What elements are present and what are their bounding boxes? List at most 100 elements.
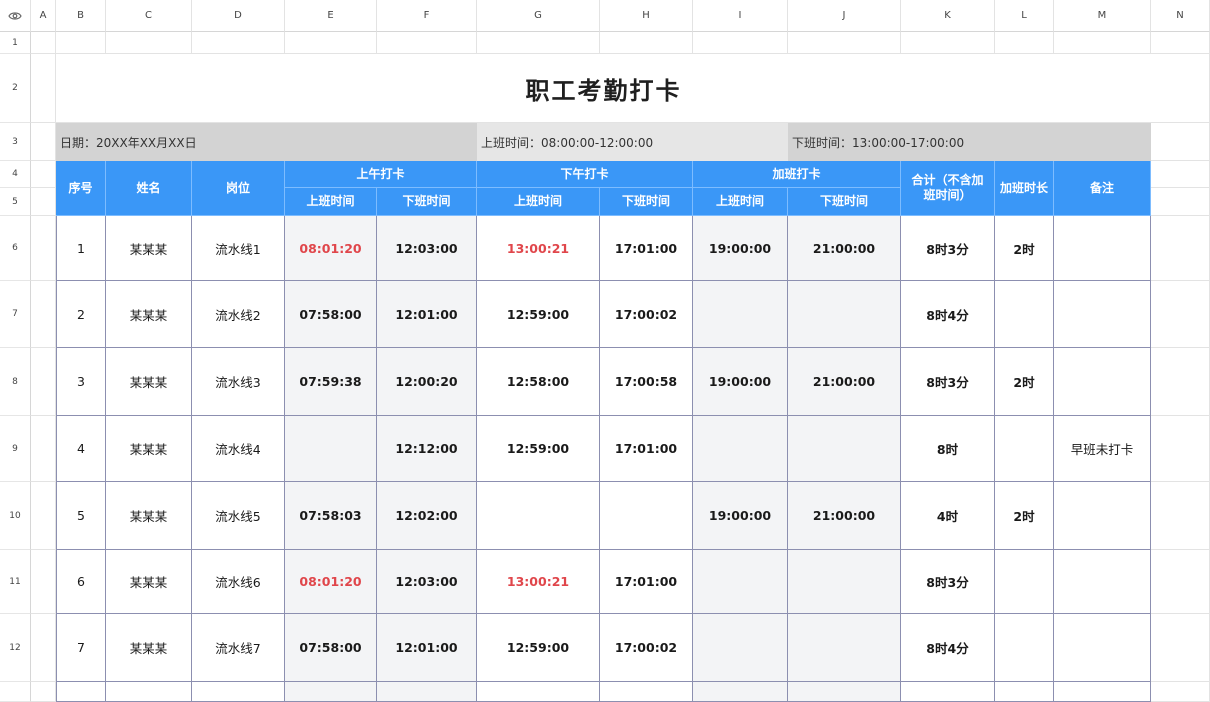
grid-cell[interactable] xyxy=(901,32,995,54)
record-cell-pm-out[interactable]: 17:01:00 xyxy=(600,550,693,614)
row-header-5[interactable]: 5 xyxy=(0,188,31,216)
row-header-9[interactable]: 9 xyxy=(0,416,31,482)
empty-cell[interactable] xyxy=(901,682,995,702)
record-cell-post[interactable]: 流水线1 xyxy=(192,216,285,281)
grid-cell[interactable] xyxy=(31,123,56,161)
column-header-n[interactable]: N xyxy=(1151,0,1210,32)
empty-cell[interactable] xyxy=(56,682,106,702)
record-cell-name[interactable]: 某某某 xyxy=(106,348,192,416)
record-cell-ot-out[interactable]: 21:00:00 xyxy=(788,348,901,416)
record-cell-ot[interactable] xyxy=(995,614,1054,682)
record-cell-remark[interactable] xyxy=(1054,614,1151,682)
column-header-a[interactable]: A xyxy=(31,0,56,32)
column-header-e[interactable]: E xyxy=(285,0,377,32)
record-cell-ot-out[interactable] xyxy=(788,614,901,682)
record-cell-post[interactable]: 流水线3 xyxy=(192,348,285,416)
record-cell-name[interactable]: 某某某 xyxy=(106,416,192,482)
record-cell-am-in[interactable]: 08:01:20 xyxy=(285,550,377,614)
grid-cell[interactable] xyxy=(1151,348,1210,416)
record-cell-ot[interactable] xyxy=(995,550,1054,614)
record-cell-total[interactable]: 8时4分 xyxy=(901,281,995,348)
record-cell-ot-in[interactable]: 19:00:00 xyxy=(693,482,788,550)
record-cell-total[interactable]: 8时3分 xyxy=(901,216,995,281)
grid-cell[interactable] xyxy=(285,32,377,54)
empty-cell[interactable] xyxy=(106,682,192,702)
record-cell-pm-in[interactable]: 13:00:21 xyxy=(477,216,600,281)
record-cell-pm-in[interactable]: 12:59:00 xyxy=(477,416,600,482)
grid-cell[interactable] xyxy=(1151,682,1210,702)
record-cell-name[interactable]: 某某某 xyxy=(106,550,192,614)
grid-cell[interactable] xyxy=(477,32,600,54)
empty-cell[interactable] xyxy=(377,682,477,702)
empty-cell[interactable] xyxy=(693,682,788,702)
grid-cell[interactable] xyxy=(1151,482,1210,550)
record-cell-post[interactable]: 流水线7 xyxy=(192,614,285,682)
record-cell-name[interactable]: 某某某 xyxy=(106,614,192,682)
record-cell-total[interactable]: 8时4分 xyxy=(901,614,995,682)
record-cell-ot-in[interactable] xyxy=(693,416,788,482)
row-header-4[interactable]: 4 xyxy=(0,161,31,188)
grid-cell[interactable] xyxy=(31,416,56,482)
record-cell-am-out[interactable]: 12:12:00 xyxy=(377,416,477,482)
grid-cell[interactable] xyxy=(1151,188,1210,216)
record-cell-am-out[interactable]: 12:01:00 xyxy=(377,614,477,682)
row-header-2[interactable]: 2 xyxy=(0,54,31,123)
grid-cell[interactable] xyxy=(31,188,56,216)
column-header-h[interactable]: H xyxy=(600,0,693,32)
record-cell-remark[interactable] xyxy=(1054,550,1151,614)
record-cell-am-in[interactable]: 07:59:38 xyxy=(285,348,377,416)
record-cell-ot-out[interactable] xyxy=(788,281,901,348)
record-cell-remark[interactable]: 早班未打卡 xyxy=(1054,416,1151,482)
record-cell-ot-in[interactable]: 19:00:00 xyxy=(693,348,788,416)
record-cell-ot-out[interactable]: 21:00:00 xyxy=(788,482,901,550)
column-header-m[interactable]: M xyxy=(1054,0,1151,32)
record-cell-am-out[interactable]: 12:03:00 xyxy=(377,216,477,281)
record-cell-post[interactable]: 流水线2 xyxy=(192,281,285,348)
grid-cell[interactable] xyxy=(1151,550,1210,614)
record-cell-remark[interactable] xyxy=(1054,348,1151,416)
record-cell-pm-in[interactable]: 12:58:00 xyxy=(477,348,600,416)
row-header-6[interactable]: 6 xyxy=(0,216,31,281)
row-header-11[interactable]: 11 xyxy=(0,550,31,614)
record-cell-seq[interactable]: 6 xyxy=(56,550,106,614)
record-cell-ot[interactable] xyxy=(995,416,1054,482)
grid-cell[interactable] xyxy=(788,32,901,54)
record-cell-pm-out[interactable]: 17:00:58 xyxy=(600,348,693,416)
record-cell-remark[interactable] xyxy=(1054,281,1151,348)
record-cell-am-in[interactable]: 07:58:00 xyxy=(285,614,377,682)
row-header-12[interactable]: 12 xyxy=(0,614,31,682)
grid-cell[interactable] xyxy=(31,54,56,123)
record-cell-am-in[interactable]: 08:01:20 xyxy=(285,216,377,281)
record-cell-seq[interactable]: 2 xyxy=(56,281,106,348)
record-cell-ot-out[interactable] xyxy=(788,416,901,482)
grid-cell[interactable] xyxy=(600,32,693,54)
record-cell-pm-out[interactable]: 17:00:02 xyxy=(600,614,693,682)
record-cell-ot-out[interactable] xyxy=(788,550,901,614)
empty-cell[interactable] xyxy=(477,682,600,702)
grid-cell[interactable] xyxy=(377,32,477,54)
grid-cell[interactable] xyxy=(1151,123,1210,161)
empty-cell[interactable] xyxy=(995,682,1054,702)
record-cell-pm-in[interactable] xyxy=(477,482,600,550)
record-cell-am-out[interactable]: 12:02:00 xyxy=(377,482,477,550)
grid-cell[interactable] xyxy=(31,348,56,416)
column-header-k[interactable]: K xyxy=(901,0,995,32)
grid-cell[interactable] xyxy=(31,216,56,281)
grid-cell[interactable] xyxy=(56,32,106,54)
grid-cell[interactable] xyxy=(1151,216,1210,281)
row-header-10[interactable]: 10 xyxy=(0,482,31,550)
record-cell-ot-in[interactable] xyxy=(693,281,788,348)
record-cell-am-in[interactable] xyxy=(285,416,377,482)
record-cell-am-out[interactable]: 12:00:20 xyxy=(377,348,477,416)
record-cell-seq[interactable]: 5 xyxy=(56,482,106,550)
empty-cell[interactable] xyxy=(285,682,377,702)
record-cell-am-out[interactable]: 12:03:00 xyxy=(377,550,477,614)
grid-cell[interactable] xyxy=(693,32,788,54)
record-cell-ot-in[interactable]: 19:00:00 xyxy=(693,216,788,281)
record-cell-name[interactable]: 某某某 xyxy=(106,281,192,348)
grid-cell[interactable] xyxy=(31,682,56,702)
grid-cell[interactable] xyxy=(1151,281,1210,348)
grid-cell[interactable] xyxy=(1151,416,1210,482)
row-header-1[interactable]: 1 xyxy=(0,32,31,54)
record-cell-seq[interactable]: 7 xyxy=(56,614,106,682)
